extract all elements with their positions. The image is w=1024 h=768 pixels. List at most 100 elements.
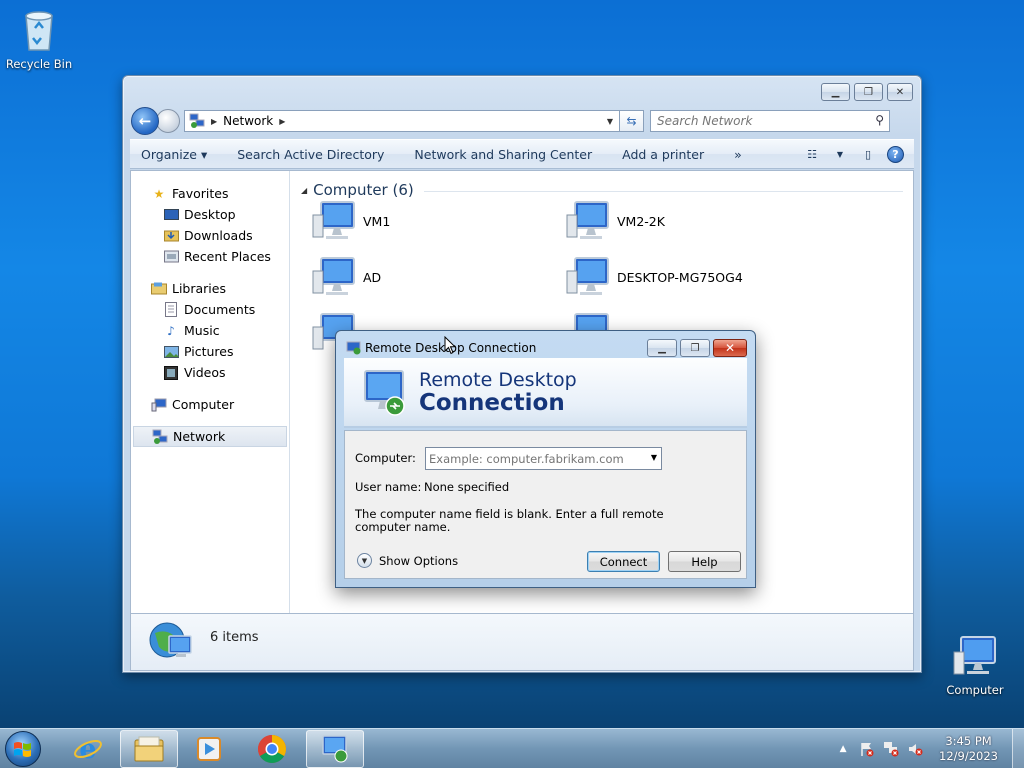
- dialog-body: Computer: ▼ User name: None specified Th…: [344, 430, 747, 579]
- minimize-icon: ▁: [831, 86, 840, 98]
- preview-pane-icon[interactable]: ▯: [859, 145, 877, 163]
- network-globe-icon: [149, 622, 192, 658]
- nav-network[interactable]: Network: [133, 426, 287, 447]
- dialog-maximize-button[interactable]: ❐: [680, 339, 710, 357]
- volume-muted-icon[interactable]: [905, 739, 925, 759]
- nav-computer-label: Computer: [172, 397, 235, 412]
- network-sharing-center-button[interactable]: Network and Sharing Center: [414, 147, 592, 162]
- computer-name: DESKTOP-MG75OG4: [617, 269, 743, 285]
- nav-downloads[interactable]: Downloads: [131, 225, 289, 246]
- windows-logo-icon: [14, 742, 31, 757]
- item-count: 6 items: [210, 630, 259, 645]
- breadcrumb-network[interactable]: Network: [223, 114, 273, 128]
- videos-icon: [163, 365, 179, 381]
- nav-recent-places[interactable]: Recent Places: [131, 246, 289, 267]
- network-computer-ad[interactable]: AD: [311, 255, 381, 299]
- nav-desktop-label: Desktop: [184, 207, 236, 222]
- minimize-button[interactable]: ▁: [821, 83, 850, 101]
- group-header[interactable]: ◢ Computer (6): [301, 181, 903, 199]
- action-center-icon[interactable]: [857, 739, 877, 759]
- nav-downloads-label: Downloads: [184, 228, 253, 243]
- taskbar-chrome[interactable]: [243, 730, 301, 768]
- computer-input[interactable]: [429, 451, 639, 466]
- desktop-icon-recycle-bin[interactable]: Recycle Bin: [0, 6, 81, 71]
- arrow-left-icon: ←: [138, 112, 152, 130]
- network-computer-desktop[interactable]: DESKTOP-MG75OG4: [565, 255, 743, 299]
- help-button[interactable]: Help: [668, 551, 741, 572]
- recent-places-icon: [163, 249, 179, 265]
- command-bar: Organize ▾ Search Active Directory Netwo…: [130, 139, 914, 169]
- nav-music[interactable]: ♪ Music: [131, 320, 289, 341]
- chevron-down-icon[interactable]: ▼: [651, 453, 657, 462]
- nav-favorites-label: Favorites: [172, 186, 229, 201]
- blank-name-message: The computer name field is blank. Enter …: [355, 507, 664, 534]
- chevron-down-icon[interactable]: ▼: [831, 145, 849, 163]
- help-icon[interactable]: ?: [887, 145, 904, 163]
- nav-documents-label: Documents: [184, 302, 256, 317]
- close-button[interactable]: ✕: [887, 83, 913, 101]
- nav-favorites[interactable]: ★ Favorites: [131, 183, 289, 204]
- address-bar[interactable]: ▶ Network ▶ ▼: [184, 110, 620, 132]
- network-status-icon[interactable]: [881, 739, 901, 759]
- dialog-window-controls: ▁ ❐ ✕: [647, 339, 747, 357]
- navigation-pane: ★ Favorites Desktop Downloads Recent Pla…: [131, 171, 290, 613]
- network-computer-vm2-2k[interactable]: VM2-2K: [565, 199, 665, 243]
- nav-computer[interactable]: Computer: [131, 394, 289, 415]
- clock-time: 3:45 PM: [945, 734, 992, 748]
- dialog-close-button[interactable]: ✕: [713, 339, 747, 357]
- dialog-minimize-button[interactable]: ▁: [647, 339, 677, 357]
- taskbar-internet-explorer[interactable]: e: [59, 730, 117, 768]
- internet-explorer-icon: e: [74, 734, 102, 764]
- search-active-directory-button[interactable]: Search Active Directory: [237, 147, 384, 162]
- show-options-label: Show Options: [379, 553, 459, 568]
- computer-name: VM2-2K: [617, 213, 665, 229]
- taskbar-media-player[interactable]: [180, 730, 238, 768]
- navigation-row: ← ▶ Network ▶ ▼ ⇆ ⚲: [131, 107, 913, 135]
- forward-button[interactable]: [156, 109, 180, 133]
- taskbar-remote-desktop[interactable]: [306, 730, 364, 768]
- remote-desktop-icon: [322, 735, 348, 763]
- music-icon: ♪: [167, 323, 175, 338]
- maximize-button[interactable]: ❐: [854, 83, 883, 101]
- desktop-icon-computer[interactable]: Computer: [933, 632, 1017, 697]
- folder-icon: [134, 736, 164, 762]
- start-button[interactable]: [5, 731, 41, 767]
- show-desktop-button[interactable]: [1012, 729, 1024, 768]
- chevron-right-icon[interactable]: ▶: [279, 117, 285, 126]
- network-computer-vm1[interactable]: VM1: [311, 199, 390, 243]
- connect-button[interactable]: Connect: [587, 551, 660, 572]
- nav-desktop[interactable]: Desktop: [131, 204, 289, 225]
- computer-icon: [566, 257, 609, 295]
- back-button[interactable]: ←: [131, 107, 159, 135]
- search-input[interactable]: [657, 114, 857, 128]
- show-options-toggle[interactable]: ▼ Show Options: [357, 553, 458, 568]
- show-hidden-icons-icon[interactable]: ▲: [833, 739, 853, 759]
- more-commands-button[interactable]: »: [734, 147, 742, 162]
- banner-line2: Connection: [419, 390, 565, 416]
- computer-icon: [953, 636, 996, 675]
- libraries-icon: [151, 281, 167, 297]
- restore-icon: ❐: [690, 342, 700, 354]
- close-icon: ✕: [724, 341, 736, 355]
- organize-button[interactable]: Organize ▾: [141, 147, 207, 162]
- media-player-icon: [197, 737, 221, 761]
- refresh-button[interactable]: ⇆: [620, 110, 644, 132]
- search-box[interactable]: ⚲: [650, 110, 890, 132]
- computer-combobox[interactable]: ▼: [425, 447, 662, 470]
- add-printer-button[interactable]: Add a printer: [622, 147, 704, 162]
- minimize-icon: ▁: [658, 342, 666, 354]
- computer-icon: [151, 397, 167, 413]
- search-icon[interactable]: ⚲: [875, 113, 884, 127]
- clock[interactable]: 3:45 PM 12/9/2023: [939, 734, 998, 764]
- chevron-down-icon[interactable]: ▼: [603, 111, 617, 131]
- star-icon: ★: [153, 186, 165, 201]
- nav-libraries[interactable]: Libraries: [131, 278, 289, 299]
- nav-documents[interactable]: Documents: [131, 299, 289, 320]
- organize-label: Organize: [141, 146, 197, 162]
- taskbar-file-explorer[interactable]: [120, 730, 178, 768]
- nav-videos[interactable]: Videos: [131, 362, 289, 383]
- nav-videos-label: Videos: [184, 365, 226, 380]
- nav-pictures[interactable]: Pictures: [131, 341, 289, 362]
- change-view-icon[interactable]: ☷: [803, 145, 821, 163]
- documents-icon: [163, 302, 179, 318]
